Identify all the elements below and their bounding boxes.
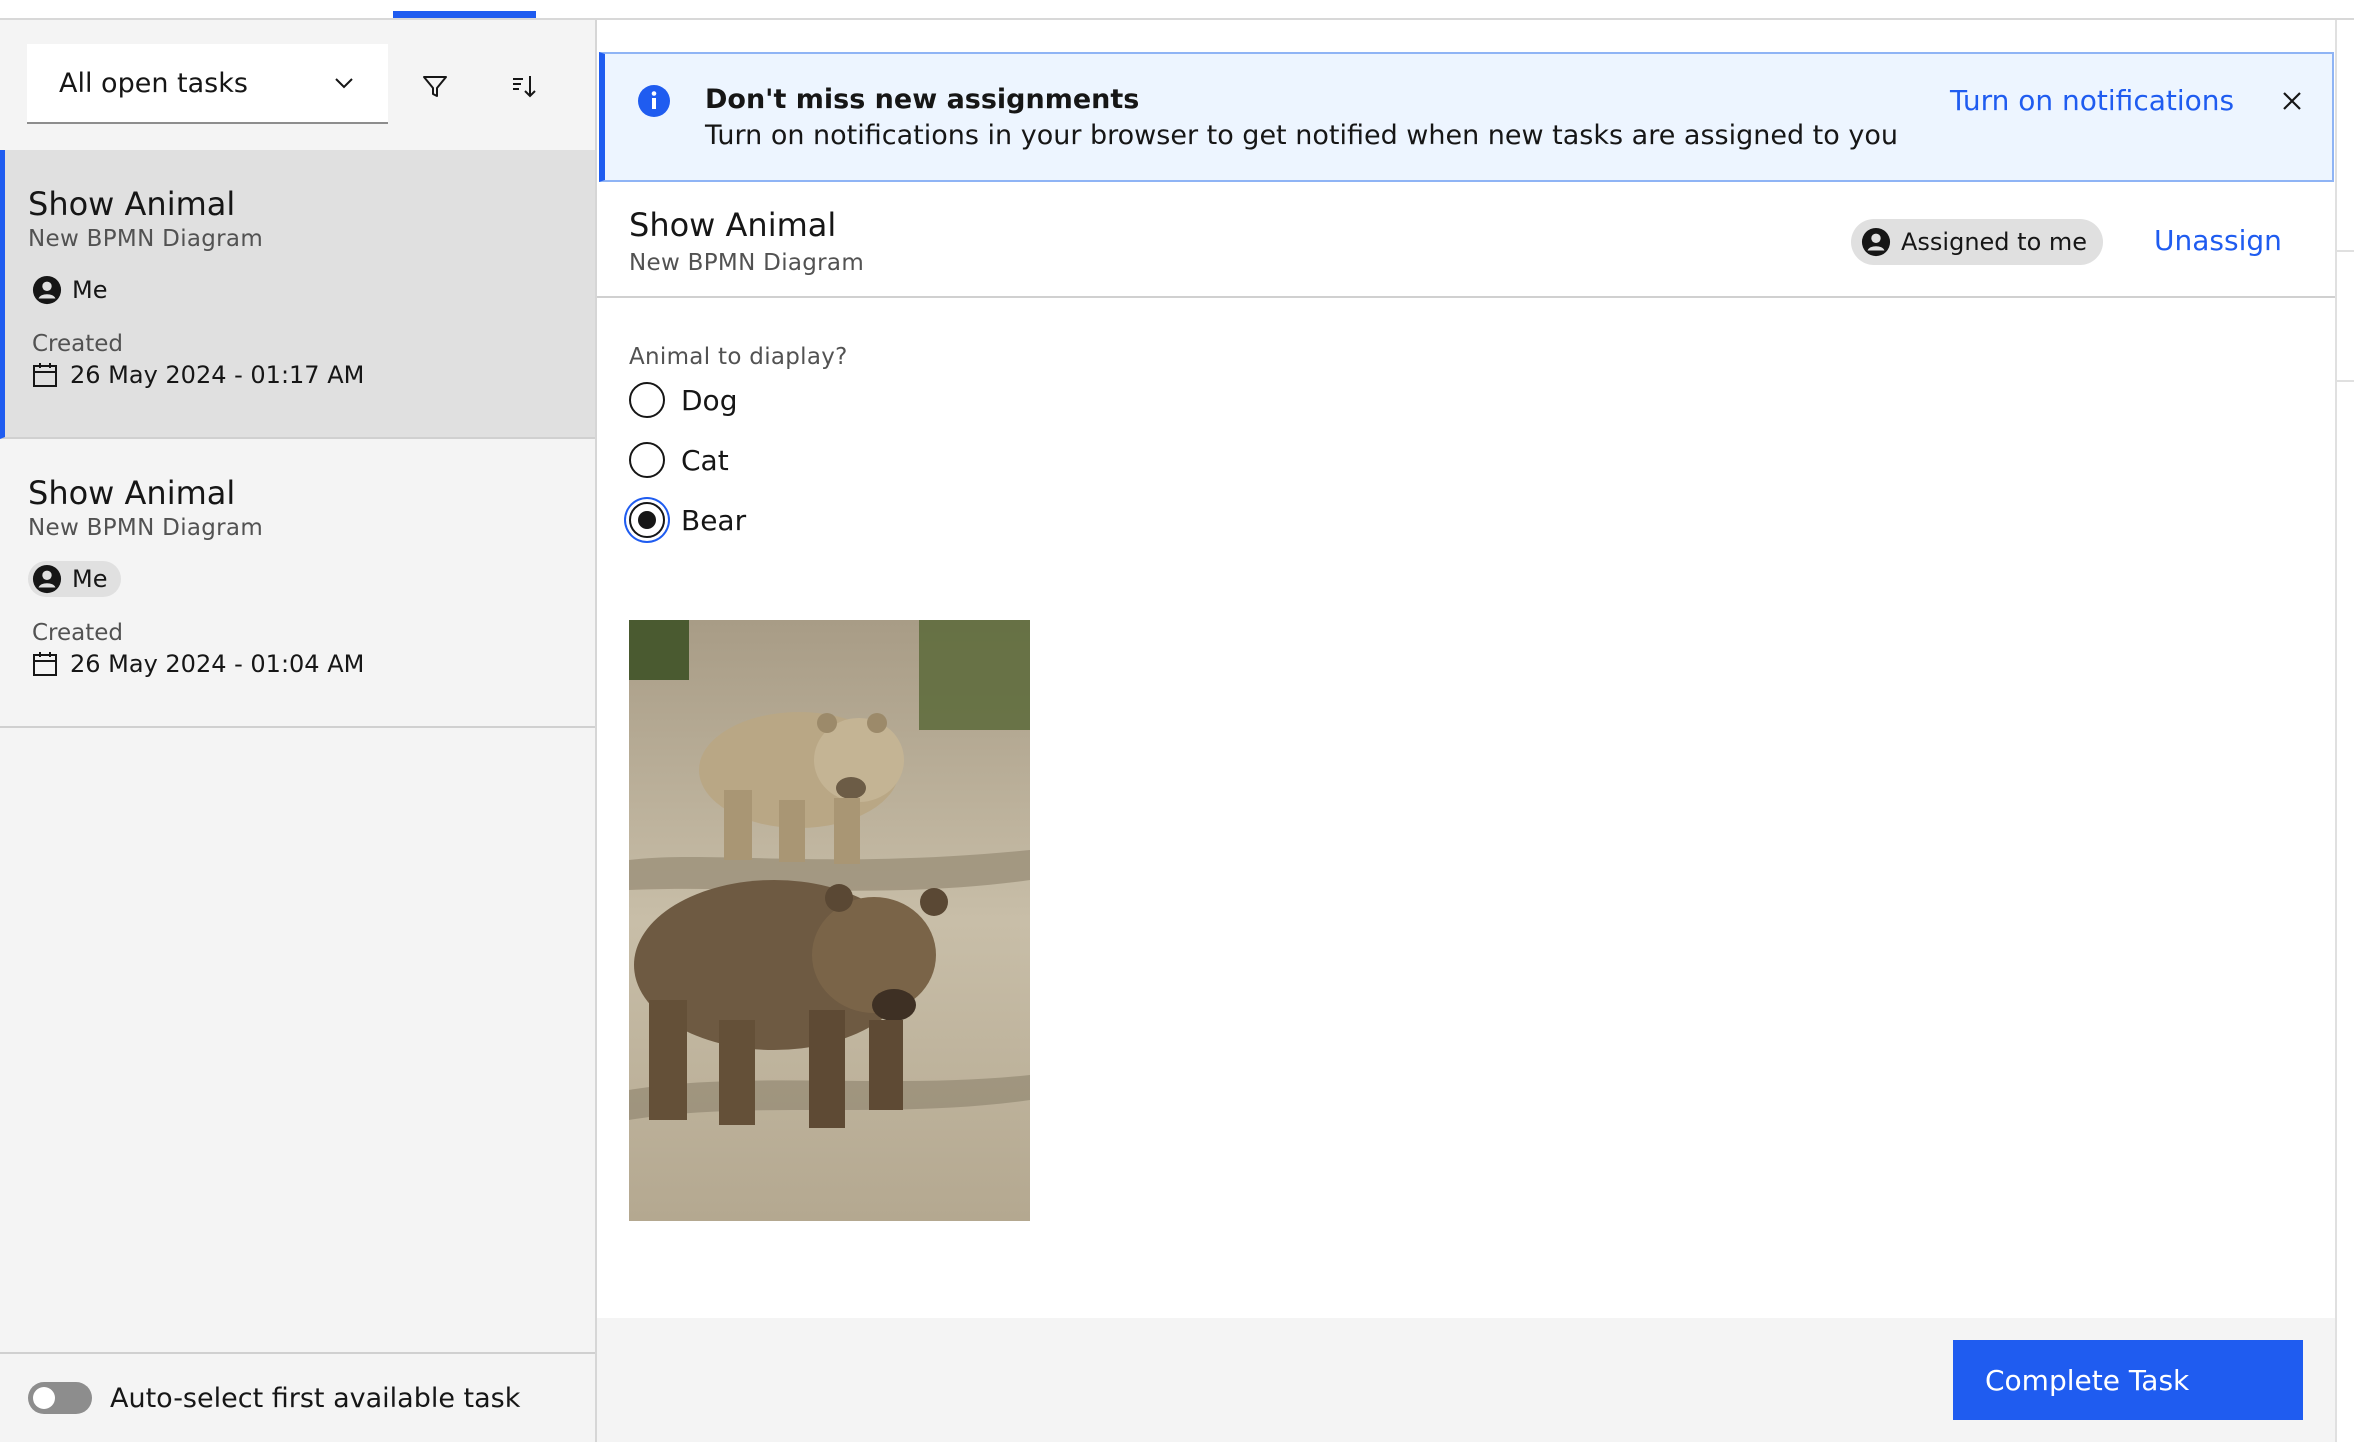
- assignee-name: Me: [72, 276, 108, 304]
- task-process: New BPMN Diagram: [28, 515, 264, 541]
- user-avatar-icon: [32, 564, 62, 594]
- assigned-badge: Assigned to me: [1851, 219, 2104, 265]
- created-date: 26 May 2024 - 01:17 AM: [70, 361, 365, 389]
- user-avatar-icon: [1861, 227, 1891, 257]
- created-label: Created: [32, 331, 124, 357]
- animal-question-label: Animal to diaplay?: [629, 344, 848, 370]
- complete-task-button[interactable]: Complete Task: [1953, 1340, 2303, 1420]
- radio-option-cat[interactable]: Cat: [629, 430, 848, 490]
- created-date-row: 26 May 2024 - 01:04 AM: [32, 650, 595, 678]
- radio-button-selected[interactable]: [629, 502, 665, 538]
- radio-option-dog[interactable]: Dog: [629, 370, 848, 430]
- task-process: New BPMN Diagram: [28, 226, 264, 252]
- sort-icon: [513, 76, 536, 98]
- left-footer: Auto-select first available task: [0, 1352, 595, 1442]
- auto-select-toggle[interactable]: [28, 1382, 92, 1414]
- notification-banner: Don't miss new assignments Turn on notif…: [599, 52, 2334, 182]
- task-title: Show Animal: [28, 474, 236, 512]
- task-title: Show Animal: [28, 185, 236, 223]
- radio-option-bear[interactable]: Bear: [629, 490, 848, 550]
- user-avatar-icon: [32, 275, 62, 305]
- assignee-tag: Me: [28, 561, 122, 597]
- notification-title: Don't miss new assignments: [705, 84, 1140, 115]
- turn-on-notifications-link[interactable]: Turn on notifications: [1950, 84, 2234, 117]
- divider: [2337, 250, 2354, 252]
- task-detail-header: Show Animal New BPMN Diagram Assigned to…: [597, 182, 2335, 298]
- radio-button[interactable]: [629, 382, 665, 418]
- task-list-toolbar: All open tasks: [0, 20, 595, 150]
- notification-close-button[interactable]: [2275, 84, 2309, 118]
- auto-select-label: Auto-select first available task: [110, 1382, 521, 1414]
- radio-button[interactable]: [629, 442, 665, 478]
- assignee-name: Me: [72, 565, 108, 593]
- sort-button[interactable]: [502, 64, 546, 108]
- task-detail-title: Show Animal: [629, 206, 837, 244]
- radio-label: Dog: [681, 383, 738, 417]
- unassign-button[interactable]: Unassign: [2154, 224, 2282, 257]
- task-filter-value: All open tasks: [59, 67, 248, 99]
- filter-icon: [423, 76, 447, 97]
- created-label: Created: [32, 620, 124, 646]
- created-date-row: 26 May 2024 - 01:17 AM: [32, 361, 595, 389]
- task-form: Animal to diaplay? Dog Cat Bear: [629, 344, 848, 550]
- assignee-tag: Me: [28, 272, 121, 308]
- bear-photo: [629, 620, 1030, 1221]
- top-tab-strip: [0, 0, 2354, 20]
- task-list-panel: All open tasks Show Animal New BPMN Diag…: [0, 20, 597, 1442]
- task-card-1[interactable]: Show Animal New BPMN Diagram Me Created …: [0, 150, 595, 439]
- assigned-badge-label: Assigned to me: [1901, 228, 2088, 256]
- notification-text: Turn on notifications in your browser to…: [705, 120, 1898, 151]
- task-footer-bar: Complete Task: [597, 1318, 2335, 1442]
- task-detail-process: New BPMN Diagram: [629, 250, 865, 276]
- radio-label: Cat: [681, 443, 729, 477]
- task-detail-panel: Don't miss new assignments Turn on notif…: [597, 20, 2335, 1442]
- divider: [2337, 380, 2354, 382]
- active-tab-indicator: [393, 11, 536, 18]
- task-filter-dropdown[interactable]: All open tasks: [27, 44, 388, 124]
- right-edge-panel: [2335, 20, 2354, 1442]
- info-icon: [638, 85, 670, 117]
- radio-label: Bear: [681, 503, 747, 537]
- calendar-icon: [33, 363, 57, 387]
- task-card-2[interactable]: Show Animal New BPMN Diagram Me Created …: [0, 439, 595, 728]
- chevron-down-icon: [335, 78, 353, 89]
- created-date: 26 May 2024 - 01:04 AM: [70, 650, 365, 678]
- close-icon: [2283, 92, 2301, 110]
- filter-button[interactable]: [413, 64, 457, 108]
- calendar-icon: [33, 652, 57, 676]
